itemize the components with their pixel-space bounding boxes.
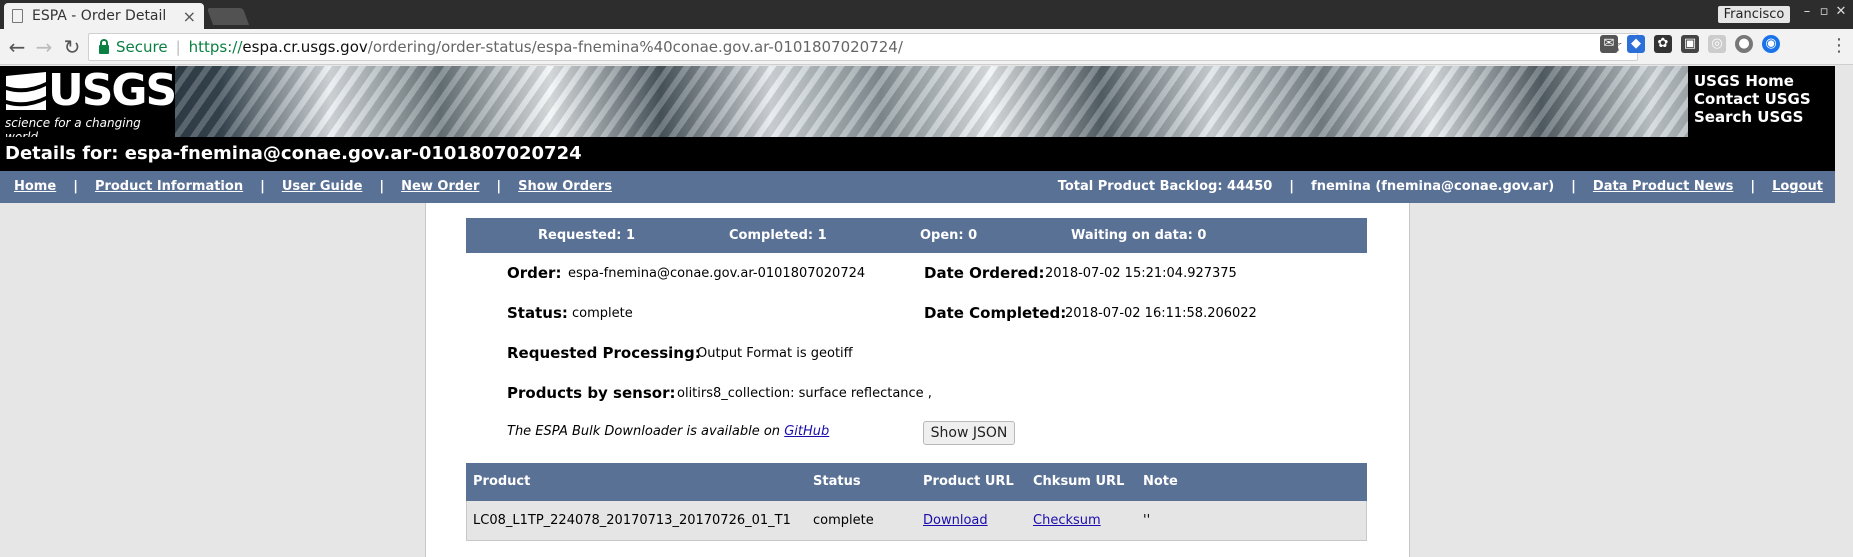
stat-completed: Completed: 1: [729, 228, 827, 243]
browser-menu-icon[interactable]: ⋮: [1830, 35, 1848, 56]
products-table: Product Status Product URL Chksum URL No…: [466, 463, 1367, 541]
tab-close-icon[interactable]: ×: [183, 7, 196, 26]
nav-data-product-news[interactable]: Data Product News: [1593, 171, 1733, 203]
page-icon: [12, 9, 23, 23]
usgs-tagline: science for a changing world: [5, 116, 141, 137]
page-gutter: [1835, 66, 1853, 171]
usgs-logo[interactable]: USGS science for a changing world: [0, 66, 177, 137]
nav-separator: |: [1289, 179, 1295, 194]
reload-icon[interactable]: ↻: [60, 35, 84, 59]
product-status: complete: [813, 513, 874, 528]
usgs-banner: USGS science for a changing world: [0, 66, 1835, 137]
maximize-icon[interactable]: ▫: [1815, 4, 1833, 19]
extension-blue-icon[interactable]: ◆: [1627, 35, 1645, 53]
nav-user-guide[interactable]: User Guide: [282, 171, 363, 203]
date-ordered-label: Date Ordered:: [924, 264, 1045, 282]
mail-icon[interactable]: ✉: [1600, 35, 1618, 53]
search-usgs-link[interactable]: Search USGS: [1694, 108, 1835, 126]
extension-box-icon[interactable]: ▣: [1681, 35, 1699, 53]
product-backlog: Total Product Backlog: 44450: [1057, 179, 1273, 194]
status-value: complete: [572, 306, 633, 321]
profile-button[interactable]: Francisco: [1718, 6, 1790, 23]
usgs-home-link[interactable]: USGS Home: [1694, 72, 1835, 90]
nav-show-orders[interactable]: Show Orders: [518, 171, 612, 203]
banner-texture: [0, 66, 1835, 137]
date-completed-label: Date Completed:: [924, 304, 1067, 322]
nav-separator: |: [260, 179, 265, 194]
nav-home[interactable]: Home: [14, 171, 56, 203]
back-icon[interactable]: ←: [5, 35, 29, 59]
products-by-sensor-label: Products by sensor:: [507, 384, 676, 402]
extension-grey-icon[interactable]: ◎: [1708, 35, 1726, 53]
requested-processing-label: Requested Processing:: [507, 344, 701, 362]
nav-separator: |: [379, 179, 385, 194]
browser-tab[interactable]: ESPA - Order Detail ×: [4, 3, 204, 29]
table-row: LC08_L1TP_224078_20170713_20170726_01_T1…: [466, 501, 1367, 541]
minimize-icon[interactable]: –: [1798, 4, 1816, 19]
nav-logout[interactable]: Logout: [1772, 171, 1823, 203]
usgs-wave-icon: [6, 72, 46, 110]
lock-icon: [99, 38, 109, 54]
column-header-product: Product: [473, 474, 531, 489]
new-tab-button[interactable]: [206, 8, 250, 25]
secure-label: Secure: [116, 38, 168, 56]
nav-separator: |: [73, 179, 78, 194]
status-label: Status:: [507, 304, 568, 322]
order-label: Order:: [507, 264, 562, 282]
usgs-links: USGS Home Contact USGS Search USGS: [1688, 66, 1835, 137]
column-header-chksum-url: Chksum URL: [1033, 474, 1125, 489]
column-header-note: Note: [1143, 474, 1178, 489]
products-by-sensor-value: olitirs8_collection: surface reflectance…: [677, 386, 932, 401]
table-header: Product Status Product URL Chksum URL No…: [466, 463, 1367, 501]
extension-gnome-icon[interactable]: ✿: [1654, 35, 1672, 53]
nav-separator: |: [1571, 179, 1576, 194]
column-header-status: Status: [813, 474, 861, 489]
product-note: '': [1143, 513, 1151, 528]
address-divider: |: [175, 38, 181, 56]
bulk-downloader-text: The ESPA Bulk Downloader is available on: [507, 424, 781, 439]
stat-open: Open: 0: [920, 228, 978, 243]
nav-separator: |: [496, 179, 502, 194]
nav-separator: |: [1750, 179, 1756, 194]
url-host: espa.cr.usgs.gov: [242, 38, 368, 56]
url-scheme: https://: [188, 38, 243, 56]
date-completed-value: 2018-07-02 16:11:58.206022: [1065, 306, 1257, 321]
window-close-icon[interactable]: ✕: [1832, 4, 1850, 19]
forward-icon[interactable]: →: [32, 35, 56, 59]
extension-avatar-icon[interactable]: ●: [1735, 35, 1753, 53]
requested-processing-value: Output Format is geotiff: [697, 346, 853, 361]
column-header-product-url: Product URL: [923, 474, 1014, 489]
browser-toolbar: ← → ↻ Secure | https://espa.cr.usgs.gov /…: [0, 29, 1853, 65]
page-title: Details for: espa-fnemina@conae.gov.ar-0…: [0, 137, 1835, 171]
tab-title: ESPA - Order Detail: [32, 8, 167, 24]
download-link[interactable]: Download: [923, 501, 988, 541]
stat-requested: Requested: 1: [538, 228, 636, 243]
address-bar[interactable]: Secure | https://espa.cr.usgs.gov/orderi…: [88, 33, 1638, 61]
extension-circle-icon[interactable]: ◉: [1762, 35, 1780, 53]
order-value: espa-fnemina@conae.gov.ar-0101807020724: [568, 266, 866, 281]
main-nav: Home | Product Information | User Guide …: [0, 171, 1835, 203]
show-json-button[interactable]: Show JSON: [923, 421, 1015, 445]
nav-new-order[interactable]: New Order: [401, 171, 479, 203]
stat-waiting: Waiting on data: 0: [1071, 228, 1207, 243]
contact-usgs-link[interactable]: Contact USGS: [1694, 90, 1835, 108]
github-link[interactable]: GitHub: [784, 424, 829, 439]
current-user: fnemina (fnemina@conae.gov.ar): [1311, 179, 1555, 194]
date-ordered-value: 2018-07-02 15:21:04.927375: [1045, 266, 1237, 281]
checksum-link[interactable]: Checksum: [1033, 501, 1101, 541]
product-name: LC08_L1TP_224078_20170713_20170726_01_T1: [473, 513, 791, 528]
url-path: /ordering/order-status/espa-fnemina%40co…: [367, 38, 903, 56]
nav-product-information[interactable]: Product Information: [95, 171, 243, 203]
bulk-downloader-note: The ESPA Bulk Downloader is available on…: [507, 424, 829, 439]
browser-tab-bar: ESPA - Order Detail × Francisco – ▫ ✕: [0, 0, 1853, 29]
order-stats-bar: Requested: 1 Completed: 1 Open: 0 Waitin…: [466, 218, 1367, 253]
extension-icons: ✉ ◆ ✿ ▣ ◎ ● ◉: [1600, 35, 1780, 53]
usgs-logo-text: USGS: [48, 66, 177, 116]
